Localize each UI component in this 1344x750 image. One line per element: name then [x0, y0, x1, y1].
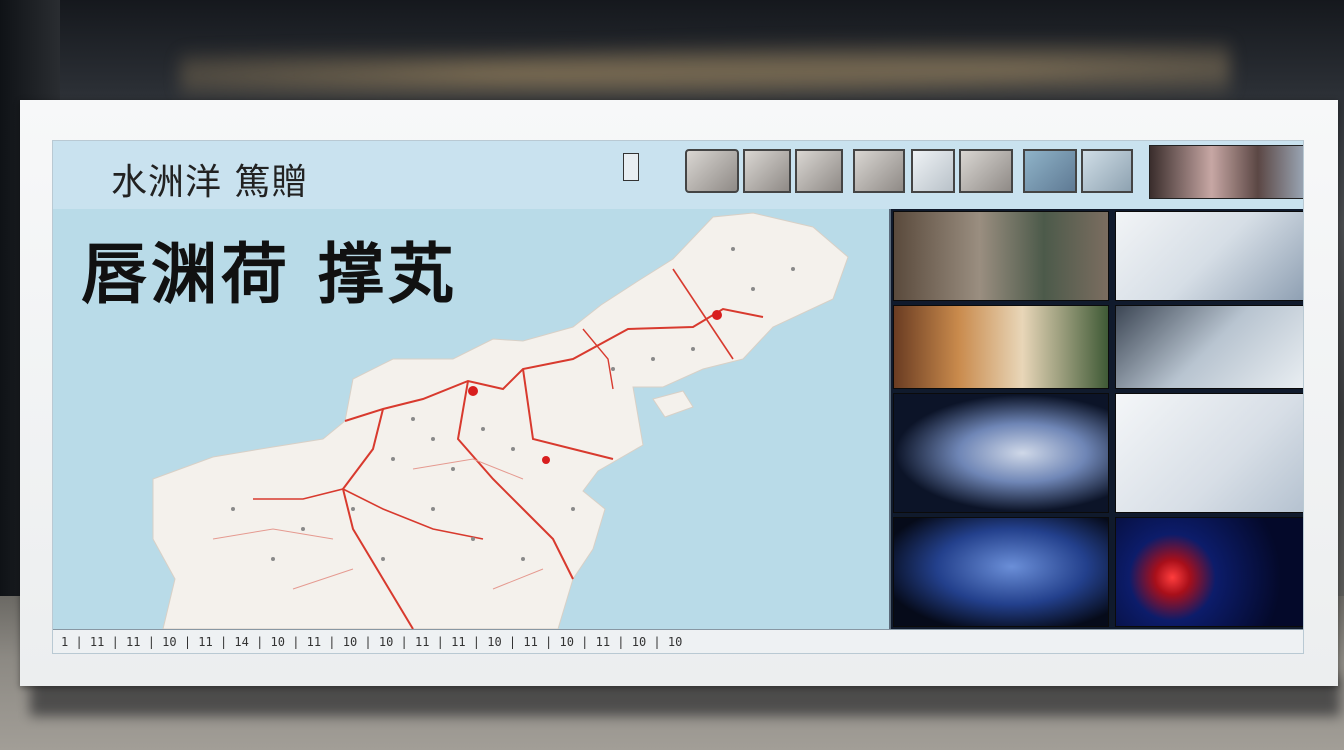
- header-thumbnail[interactable]: [1023, 149, 1077, 193]
- header-thumbnail[interactable]: [959, 149, 1013, 193]
- header-thumbnail[interactable]: [685, 149, 739, 193]
- shop-interior-photo[interactable]: [893, 305, 1109, 389]
- bottom-ticker: 1 | 11 | 11 | 10 | 11 | 14 | 10 | 11 | 1…: [53, 629, 1303, 653]
- header-banner-image: [1149, 145, 1303, 199]
- virus-illustration-photo[interactable]: [1115, 517, 1303, 627]
- blue-blur-photo[interactable]: [893, 517, 1109, 627]
- two-masked-people-photo[interactable]: [1115, 393, 1303, 513]
- protective-suits-photo[interactable]: [1115, 305, 1303, 389]
- island: [652, 390, 694, 418]
- display-screen: 水洲洋 篤贈 唇渊荷 撑芄 1 | 11 | 11 | 10 | 11 | 14…: [52, 140, 1304, 654]
- header-thumbnail[interactable]: [743, 149, 791, 193]
- header-title: 水洲洋 篤贈: [111, 162, 309, 203]
- header-thumbnail[interactable]: [853, 149, 905, 193]
- city-marker[interactable]: [468, 386, 478, 396]
- market-workers-photo[interactable]: [893, 211, 1109, 301]
- screen-header: 水洲洋 篤贈: [53, 141, 1303, 210]
- masked-worker-photo[interactable]: [1115, 211, 1303, 301]
- map-title: 唇渊荷 撑芄: [81, 235, 458, 313]
- header-thumbnail[interactable]: [795, 149, 843, 193]
- hooded-face-photo[interactable]: [893, 393, 1109, 513]
- header-thumbnail[interactable]: [1081, 149, 1133, 193]
- photo-gallery: [889, 209, 1303, 629]
- map-panel: 唇渊荷 撑芄: [53, 209, 889, 629]
- city-marker[interactable]: [542, 456, 550, 464]
- ticker-text: 1 | 11 | 11 | 10 | 11 | 14 | 10 | 11 | 1…: [61, 635, 683, 649]
- header-thumbnail[interactable]: [911, 149, 955, 193]
- city-marker[interactable]: [712, 310, 722, 320]
- header-icon: [623, 153, 639, 181]
